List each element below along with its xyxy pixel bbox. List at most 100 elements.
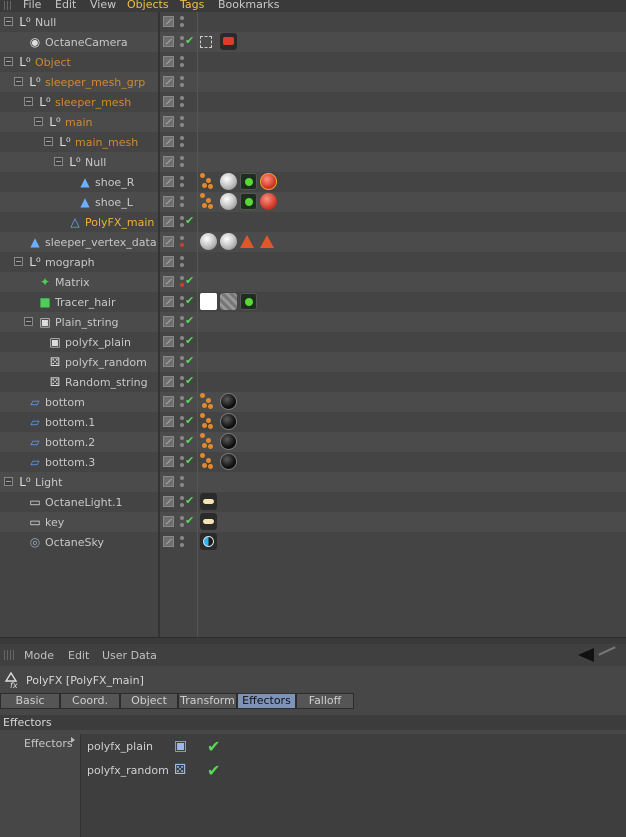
render-visibility-dot[interactable] (180, 43, 184, 47)
render-visibility-dot[interactable] (180, 143, 184, 147)
sphere-w-tag-icon[interactable] (200, 233, 217, 250)
green-tag-icon[interactable] (240, 293, 257, 310)
layer-icon[interactable] (163, 136, 174, 147)
object-name[interactable]: polyfx_plain (65, 336, 131, 349)
layer-icon[interactable] (163, 396, 174, 407)
layer-icon[interactable] (163, 176, 174, 187)
enabled-check-icon[interactable]: ✔ (185, 514, 194, 527)
render-visibility-dot[interactable] (180, 183, 184, 187)
orange-dots-tag-icon[interactable] (200, 453, 216, 470)
effectors-list[interactable] (80, 734, 626, 837)
tab-falloff[interactable]: Falloff (296, 693, 354, 709)
tab-transform[interactable]: Transform (178, 693, 237, 709)
tab-coord[interactable]: Coord. (60, 693, 120, 709)
editor-visibility-dot[interactable] (180, 396, 184, 400)
object-row[interactable]: ▲ sleeper_vertex_data (0, 232, 626, 252)
object-name[interactable]: PolyFX_main (85, 216, 154, 229)
render-visibility-dot[interactable] (180, 283, 184, 287)
collapse-toggle-icon[interactable]: − (24, 317, 33, 326)
field-arrow-icon[interactable] (71, 737, 75, 743)
object-row[interactable]: − L⁰ sleeper_mesh (0, 92, 626, 112)
object-name[interactable]: bottom.2 (45, 436, 95, 449)
render-visibility-dot[interactable] (180, 303, 184, 307)
editor-visibility-dot[interactable] (180, 476, 184, 480)
enabled-check-icon[interactable]: ✔ (185, 294, 194, 307)
editor-visibility-dot[interactable] (180, 516, 184, 520)
editor-visibility-dot[interactable] (180, 536, 184, 540)
render-visibility-dot[interactable] (180, 243, 184, 247)
green-tag-icon[interactable] (240, 193, 257, 210)
orange-dots-tag-icon[interactable] (200, 193, 216, 210)
editor-visibility-dot[interactable] (180, 356, 184, 360)
render-visibility-dot[interactable] (180, 503, 184, 507)
object-row[interactable]: − L⁰ Null (0, 12, 626, 32)
layer-icon[interactable] (163, 196, 174, 207)
orange-dots-tag-icon[interactable] (200, 393, 216, 410)
object-row[interactable]: ⚄ polyfx_random ✔ (0, 352, 626, 372)
redcam-tag-icon[interactable] (220, 33, 237, 50)
render-visibility-dot[interactable] (180, 23, 184, 27)
object-name[interactable]: sleeper_vertex_data (45, 236, 157, 249)
effector-enabled-check-icon[interactable]: ✔ (207, 761, 220, 780)
object-row[interactable]: − L⁰ Light (0, 472, 626, 492)
green-tag-icon[interactable] (240, 173, 257, 190)
collapse-toggle-icon[interactable]: − (54, 157, 63, 166)
layer-icon[interactable] (163, 416, 174, 427)
object-row[interactable]: ✦ Matrix ✔ (0, 272, 626, 292)
object-name[interactable]: Matrix (55, 276, 90, 289)
render-visibility-dot[interactable] (180, 483, 184, 487)
object-row[interactable]: ▱ bottom.3 ✔ (0, 452, 626, 472)
layer-icon[interactable] (163, 276, 174, 287)
render-visibility-dot[interactable] (180, 523, 184, 527)
render-visibility-dot[interactable] (180, 383, 184, 387)
editor-visibility-dot[interactable] (180, 436, 184, 440)
render-visibility-dot[interactable] (180, 323, 184, 327)
object-row[interactable]: ◎ OctaneSky (0, 532, 626, 552)
object-name[interactable]: main (65, 116, 92, 129)
object-row[interactable]: − ▣ Plain_string ✔ (0, 312, 626, 332)
object-row[interactable]: ▲ shoe_R (0, 172, 626, 192)
layer-icon[interactable] (163, 236, 174, 247)
object-name[interactable]: main_mesh (75, 136, 138, 149)
sphere-k-tag-icon[interactable] (220, 453, 237, 470)
menu-objects[interactable]: Objects (127, 0, 169, 11)
object-row[interactable]: ▱ bottom ✔ (0, 392, 626, 412)
effector-name[interactable]: polyfx_plain (87, 740, 153, 753)
sky-tag-icon[interactable] (200, 533, 217, 550)
effector-enabled-check-icon[interactable]: ✔ (207, 737, 220, 756)
layer-icon[interactable] (163, 296, 174, 307)
render-visibility-dot[interactable] (180, 103, 184, 107)
render-visibility-dot[interactable] (180, 203, 184, 207)
layer-icon[interactable] (163, 316, 174, 327)
sphere-k-tag-icon[interactable] (220, 413, 237, 430)
editor-visibility-dot[interactable] (180, 136, 184, 140)
tab-object[interactable]: Object (120, 693, 178, 709)
sphere-w-tag-icon[interactable] (220, 193, 237, 210)
collapse-toggle-icon[interactable]: − (4, 17, 13, 26)
object-row[interactable]: − L⁰ Null (0, 152, 626, 172)
layer-icon[interactable] (163, 256, 174, 267)
object-row[interactable]: ▭ OctaneLight.1 ✔ (0, 492, 626, 512)
enabled-check-icon[interactable]: ✔ (185, 394, 194, 407)
object-name[interactable]: sleeper_mesh_grp (45, 76, 145, 89)
object-row[interactable]: ▭ key ✔ (0, 512, 626, 532)
layer-icon[interactable] (163, 96, 174, 107)
object-name[interactable]: mograph (45, 256, 95, 269)
object-row[interactable]: ▣ polyfx_plain ✔ (0, 332, 626, 352)
layer-icon[interactable] (163, 16, 174, 27)
light-tag-icon[interactable] (200, 493, 217, 510)
tab-effectors[interactable]: Effectors (237, 693, 296, 709)
editor-visibility-dot[interactable] (180, 116, 184, 120)
object-name[interactable]: bottom (45, 396, 85, 409)
collapse-toggle-icon[interactable]: − (34, 117, 43, 126)
layer-icon[interactable] (163, 336, 174, 347)
render-visibility-dot[interactable] (180, 343, 184, 347)
editor-visibility-dot[interactable] (180, 56, 184, 60)
object-row[interactable]: − L⁰ sleeper_mesh_grp (0, 72, 626, 92)
column-divider[interactable] (158, 12, 160, 637)
object-row[interactable]: △ PolyFX_main ✔ (0, 212, 626, 232)
render-visibility-dot[interactable] (180, 63, 184, 67)
object-row[interactable]: − L⁰ Object (0, 52, 626, 72)
menu-bookmarks[interactable]: Bookmarks (218, 0, 279, 11)
enabled-check-icon[interactable]: ✔ (185, 214, 194, 227)
